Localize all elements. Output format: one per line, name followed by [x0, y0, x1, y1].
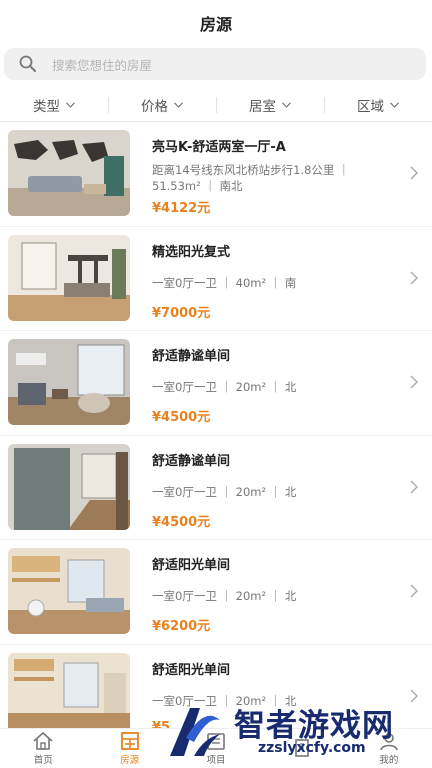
listing-title: 舒适阳光单间 — [152, 558, 231, 573]
watermark-logo-icon — [170, 708, 220, 756]
listing-photo — [8, 234, 130, 321]
listing-price: ¥4500元 — [152, 514, 211, 530]
listing-price: ¥4500元 — [152, 410, 211, 425]
chevron-right-icon — [410, 480, 418, 493]
listing-photo — [8, 652, 130, 739]
watermark: 智者游戏网 zzslyxcfy.com — [160, 696, 428, 768]
search-input[interactable]: 搜索您想住的房屋 — [52, 55, 152, 74]
listing-price: ¥7000元 — [152, 305, 211, 321]
chevron-right-icon — [410, 166, 418, 180]
top-bar: 房源 — [0, 0, 432, 46]
watermark-title: 智者游戏网 — [234, 708, 394, 744]
listing-price: ¥4122元 — [152, 201, 211, 216]
filter-rooms-label: 居室 — [249, 98, 276, 115]
listing-photo — [8, 130, 130, 216]
tab-home-label: 首页 — [33, 755, 53, 766]
listing-details: 一室0厅一卫 ｜ 20m² ｜ 北 — [152, 484, 297, 499]
listing-title: 精选阳光复式 — [152, 244, 231, 260]
filter-price-label: 价格 — [141, 98, 168, 115]
filter-rooms[interactable]: 居室 — [216, 95, 324, 115]
listing-item[interactable]: 舒适静谧单间 一室0厅一卫 ｜ 20m² ｜ 北 ¥4500元 — [0, 436, 432, 540]
home-icon — [33, 731, 53, 750]
filter-type-label: 类型 — [33, 98, 60, 115]
filter-price[interactable]: 价格 — [108, 95, 216, 115]
chevron-down-icon — [282, 101, 291, 108]
tab-home[interactable]: 首页 — [0, 729, 86, 768]
tab-listings-label: 房源 — [120, 755, 140, 766]
filter-area[interactable]: 区域 — [324, 95, 432, 115]
listing-photo — [8, 443, 130, 530]
listing-item[interactable]: 亮马K-舒适两室一厅-A 距离14号线东风北桥站步行1.8公里 ｜ 51.53m… — [0, 122, 432, 227]
listing-details: 一室0厅一卫 ｜ 20m² ｜ 北 — [152, 380, 297, 394]
listing-price: ¥6200元 — [152, 619, 211, 634]
filter-area-label: 区域 — [357, 98, 384, 115]
listing-title: 舒适静谧单间 — [152, 453, 231, 469]
listing-item[interactable]: 精选阳光复式 一室0厅一卫 ｜ 40m² ｜ 南 ¥7000元 — [0, 227, 432, 331]
chevron-right-icon — [410, 375, 418, 389]
listing-title: 舒适静谧单间 — [152, 349, 231, 364]
listing-details: 距离14号线东风北桥站步行1.8公里 ｜ 51.53m² ｜ 南北 — [152, 163, 350, 193]
listing-details: 一室0厅一卫 ｜ 20m² ｜ 北 — [152, 589, 297, 603]
listing-details: 一室0厅一卫 ｜ 40m² ｜ 南 — [152, 275, 297, 290]
filter-type[interactable]: 类型 — [0, 95, 108, 115]
chevron-right-icon — [410, 584, 418, 598]
chevron-down-icon — [66, 101, 75, 108]
filter-bar: 类型 价格 居室 区域 — [0, 88, 432, 122]
listing-item[interactable]: 舒适阳光单间 一室0厅一卫 ｜ 20m² ｜ 北 ¥6200元 — [0, 540, 432, 645]
search-bar[interactable]: 搜索您想住的房屋 — [4, 48, 426, 80]
listing-photo — [8, 548, 130, 634]
chevron-right-icon — [410, 271, 418, 284]
listing-item[interactable]: 舒适静谧单间 一室0厅一卫 ｜ 20m² ｜ 北 ¥4500元 — [0, 331, 432, 436]
house-list-icon — [120, 732, 139, 750]
listing-list: 亮马K-舒适两室一厅-A 距离14号线东风北桥站步行1.8公里 ｜ 51.53m… — [0, 122, 432, 749]
watermark-url: zzslyxcfy.com — [258, 740, 366, 756]
page-title: 房源 — [199, 15, 232, 34]
listing-title: 舒适阳光单间 — [152, 662, 231, 678]
listing-title: 亮马K-舒适两室一厅-A — [152, 140, 286, 155]
chevron-down-icon — [390, 101, 399, 108]
search-icon — [19, 55, 36, 72]
listing-photo — [8, 339, 130, 425]
chevron-down-icon — [174, 101, 183, 108]
